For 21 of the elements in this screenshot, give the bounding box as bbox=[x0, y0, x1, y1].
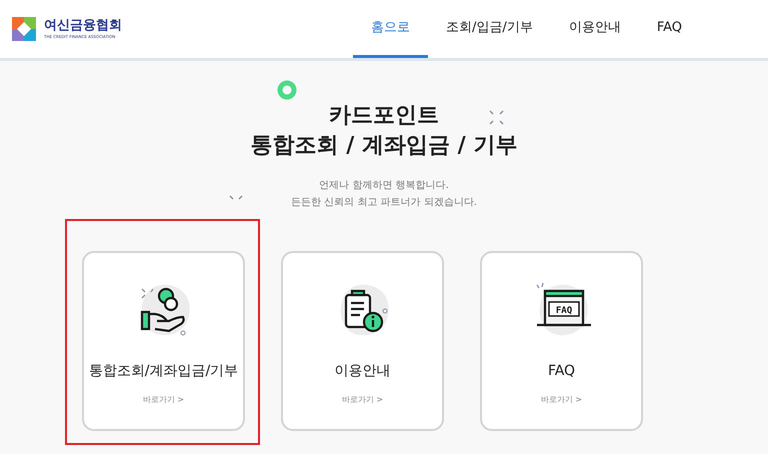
logo-icon bbox=[12, 17, 36, 41]
nav-tab[interactable]: 조회/입금/기부 bbox=[428, 0, 551, 58]
logo-text[interactable]: 여신금융협회 bbox=[44, 19, 122, 32]
menu-card[interactable]: 통합조회/계좌입금/기부 바로가기 > bbox=[82, 251, 245, 431]
nav-tab[interactable]: 홈으로 bbox=[353, 0, 428, 58]
shortcut-link[interactable]: 바로가기 > bbox=[142, 394, 184, 406]
menu-card[interactable]: FAQ FAQ 바로가기 > bbox=[480, 251, 643, 431]
shortcut-link[interactable]: 바로가기 > bbox=[342, 394, 384, 406]
sparkle-icon bbox=[489, 110, 504, 125]
ring-icon bbox=[277, 80, 297, 100]
card-title: 이용안내 bbox=[334, 362, 390, 381]
hero-title: 카드포인트 bbox=[329, 102, 439, 130]
nav-tab[interactable]: FAQ bbox=[638, 0, 700, 58]
nav-tab[interactable]: 이용안내 bbox=[550, 0, 639, 58]
hero-subtitle: 언제나 함께하면 행복합니다. bbox=[319, 179, 449, 193]
hero-subtitle: 든든한 신뢰의 최고 파트너가 되겠습니다. bbox=[291, 196, 477, 210]
shortcut-link[interactable]: 바로가기 > bbox=[540, 394, 582, 406]
hero-title: 통합조회 / 계좌입금 / 기부 bbox=[250, 132, 518, 160]
card-title: FAQ bbox=[548, 362, 576, 381]
card-title: 통합조회/계좌입금/기부 bbox=[88, 362, 238, 381]
menu-card[interactable]: 이용안내 바로가기 > bbox=[281, 251, 444, 431]
